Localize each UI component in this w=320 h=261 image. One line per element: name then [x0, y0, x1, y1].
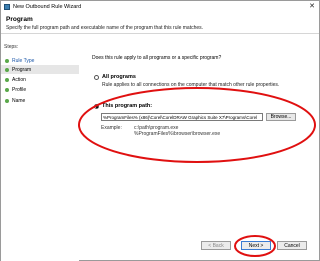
step-label: Program — [12, 66, 32, 73]
this-program-radio[interactable] — [94, 104, 99, 109]
steps-label: Steps: — [4, 44, 19, 50]
close-icon[interactable]: ✕ — [309, 2, 315, 11]
step-profile: Profile — [1, 85, 79, 94]
steps-panel: Steps: Rule Type Program Action Profile … — [1, 41, 79, 261]
all-programs-radio[interactable] — [94, 75, 99, 80]
firewall-app-icon — [4, 3, 10, 10]
program-path-input[interactable]: %ProgramFiles% (x86)\Corel\CorelDRAW Gra… — [101, 113, 263, 121]
main-panel: Does this rule apply to all programs or … — [81, 41, 317, 241]
this-program-label[interactable]: This program path: — [102, 103, 152, 109]
step-program[interactable]: Program — [1, 65, 79, 74]
all-programs-label[interactable]: All programs — [102, 74, 136, 80]
page-title: Program — [6, 16, 33, 23]
step-dot-icon — [5, 77, 9, 82]
wizard-window: New Outbound Rule Wizard ✕ Program Speci… — [0, 0, 320, 261]
step-dot-icon — [5, 98, 9, 103]
next-button[interactable]: Next > — [241, 241, 271, 250]
wizard-header: Program Specify the full program path an… — [1, 12, 319, 34]
step-action: Action — [1, 75, 79, 84]
step-label: Action — [12, 76, 26, 83]
step-dot-icon — [5, 58, 9, 63]
window-title: New Outbound Rule Wizard — [13, 3, 82, 10]
back-button[interactable]: < Back — [201, 241, 231, 250]
step-dot-icon — [5, 87, 9, 92]
all-programs-description: Rule applies to all connections on the c… — [102, 82, 280, 88]
title-bar: New Outbound Rule Wizard ✕ — [1, 1, 319, 12]
page-description: Specify the full program path and execut… — [6, 25, 204, 31]
step-label: Rule Type — [12, 57, 35, 64]
scope-question: Does this rule apply to all programs or … — [92, 55, 222, 61]
step-name: Name — [1, 96, 79, 105]
step-label: Name — [12, 97, 26, 104]
example-line-2: %ProgramFiles%\browser\browser.exe — [134, 131, 221, 137]
step-dot-icon — [5, 67, 9, 72]
browse-button[interactable]: Browse... — [266, 113, 296, 121]
step-rule-type[interactable]: Rule Type — [1, 56, 79, 65]
cancel-button[interactable]: Cancel — [277, 241, 307, 250]
step-label: Profile — [12, 86, 27, 93]
example-label: Example: — [101, 125, 122, 131]
